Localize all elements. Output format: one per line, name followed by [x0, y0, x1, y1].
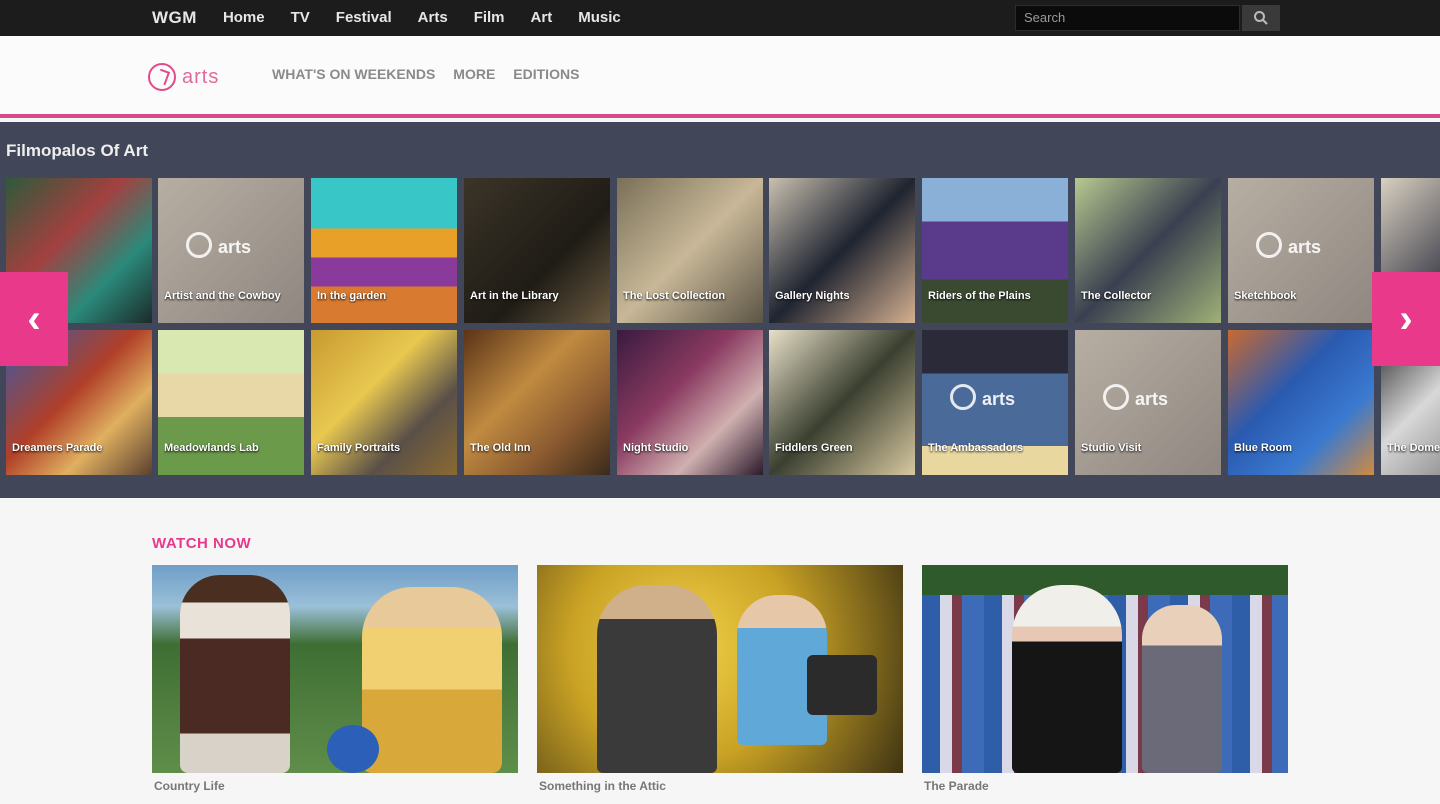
carousel-tile-caption: The Lost Collection — [623, 290, 726, 302]
featured-card[interactable]: Something in the Attic — [537, 565, 903, 801]
top-nav: WGM Home TV Festival Arts Film Art Music — [148, 0, 634, 36]
subnav-link-more[interactable]: MORE — [453, 66, 495, 82]
carousel-tile[interactable]: arts The Ambassadors — [922, 330, 1068, 475]
carousel-tile-caption: The Collector — [1081, 290, 1152, 302]
carousel-tile[interactable]: The Lost Collection — [617, 178, 763, 323]
featured-card-title[interactable]: Country Life — [154, 779, 225, 793]
nav-item-festival[interactable]: Festival — [323, 0, 405, 36]
search-box: Search — [1015, 5, 1280, 31]
carousel-track: SpectrumartsArtist and the CowboyIn the … — [0, 178, 1440, 488]
featured-card-title[interactable]: Something in the Attic — [539, 779, 666, 793]
carousel-tile[interactable]: The Old Inn — [464, 330, 610, 475]
featured-section-title: WATCH NOW — [152, 535, 252, 552]
carousel-tile[interactable]: Art in the Library — [464, 178, 610, 323]
chevron-right-icon: › — [1399, 296, 1413, 341]
brand-name: arts — [182, 65, 220, 88]
carousel-tile-caption: Dreamers Parade — [12, 442, 103, 454]
carousel-tile[interactable]: arts Sketchbook — [1228, 178, 1374, 323]
carousel-tile[interactable]: Night Studio — [617, 330, 763, 475]
carousel-tile-caption: Studio Visit — [1081, 442, 1142, 454]
carousel-tile-caption: Artist and the Cowboy — [164, 290, 281, 302]
carousel-tile-caption: The Ambassadors — [928, 442, 1023, 454]
carousel-next-button[interactable]: › — [1372, 272, 1440, 366]
search-input[interactable]: Search — [1015, 5, 1240, 31]
featured-card[interactable]: Country Life — [152, 565, 518, 801]
featured-card-image[interactable] — [152, 565, 518, 773]
carousel-tile[interactable]: Family Portraits — [311, 330, 457, 475]
placeholder-logo-icon: arts — [950, 380, 1040, 416]
carousel-tile[interactable]: Blue Room — [1228, 330, 1374, 475]
placeholder-logo-icon: arts — [186, 228, 276, 264]
carousel-tile-caption: Family Portraits — [317, 442, 401, 454]
carousel-tile-caption: Meadowlands Lab — [164, 442, 259, 454]
nav-item-tv[interactable]: TV — [278, 0, 323, 36]
sub-navigation: WHAT'S ON WEEKENDS MORE EDITIONS — [272, 66, 579, 82]
carousel-heading: Filmopalos Of Art — [6, 141, 148, 160]
carousel-tile-caption: Fiddlers Green — [775, 442, 853, 454]
carousel-tile[interactable]: Meadowlands Lab — [158, 330, 304, 475]
carousel-tile[interactable]: Fiddlers Green — [769, 330, 915, 475]
carousel-tile[interactable]: arts Studio Visit — [1075, 330, 1221, 475]
featured-card[interactable]: The Parade — [922, 565, 1288, 801]
carousel-tile-caption: In the garden — [317, 290, 387, 302]
carousel-tile[interactable]: Riders of the Plains — [922, 178, 1068, 323]
featured-card-image[interactable] — [922, 565, 1288, 773]
carousel-tile[interactable]: The Collector — [1075, 178, 1221, 323]
carousel-tile[interactable]: In the garden — [311, 178, 457, 323]
brand-mark-icon — [148, 63, 176, 91]
site-logo-link[interactable]: WGM — [148, 0, 210, 36]
carousel-prev-button[interactable]: ‹ — [0, 272, 68, 366]
chevron-left-icon: ‹ — [27, 296, 41, 341]
nav-item-home[interactable]: Home — [210, 0, 278, 36]
placeholder-logo-icon: arts — [1256, 228, 1346, 264]
carousel-tile-caption: Blue Room — [1234, 442, 1293, 454]
top-navigation-bar: WGM Home TV Festival Arts Film Art Music… — [0, 0, 1440, 36]
nav-item-arts[interactable]: Arts — [405, 0, 461, 36]
carousel-tile-caption: The Old Inn — [470, 442, 531, 454]
featured-card-image[interactable] — [537, 565, 903, 773]
carousel-tile-caption: Night Studio — [623, 442, 689, 454]
subnav-link-editions[interactable]: EDITIONS — [513, 66, 579, 82]
carousel-tile-caption: The Dome — [1387, 442, 1440, 454]
program-carousel: Filmopalos Of Art SpectrumartsArtist and… — [0, 122, 1440, 498]
nav-item-art[interactable]: Art — [518, 0, 566, 36]
search-button[interactable] — [1242, 5, 1280, 31]
carousel-tile-caption: Art in the Library — [470, 290, 559, 302]
section-header: arts WHAT'S ON WEEKENDS MORE EDITIONS — [0, 36, 1440, 118]
search-icon — [1254, 11, 1268, 25]
placeholder-logo-icon: arts — [1103, 380, 1193, 416]
featured-card-title[interactable]: The Parade — [924, 779, 989, 793]
carousel-tile[interactable]: Gallery Nights — [769, 178, 915, 323]
carousel-tile-caption: Gallery Nights — [775, 290, 850, 302]
nav-item-music[interactable]: Music — [565, 0, 634, 36]
nav-item-film[interactable]: Film — [461, 0, 518, 36]
carousel-tile[interactable]: arts Artist and the Cowboy — [158, 178, 304, 323]
carousel-tile-caption: Riders of the Plains — [928, 290, 1031, 302]
brand-logo[interactable]: arts — [148, 58, 219, 96]
subnav-link-weekends[interactable]: WHAT'S ON WEEKENDS — [272, 66, 435, 82]
carousel-tile-caption: Sketchbook — [1234, 290, 1297, 302]
